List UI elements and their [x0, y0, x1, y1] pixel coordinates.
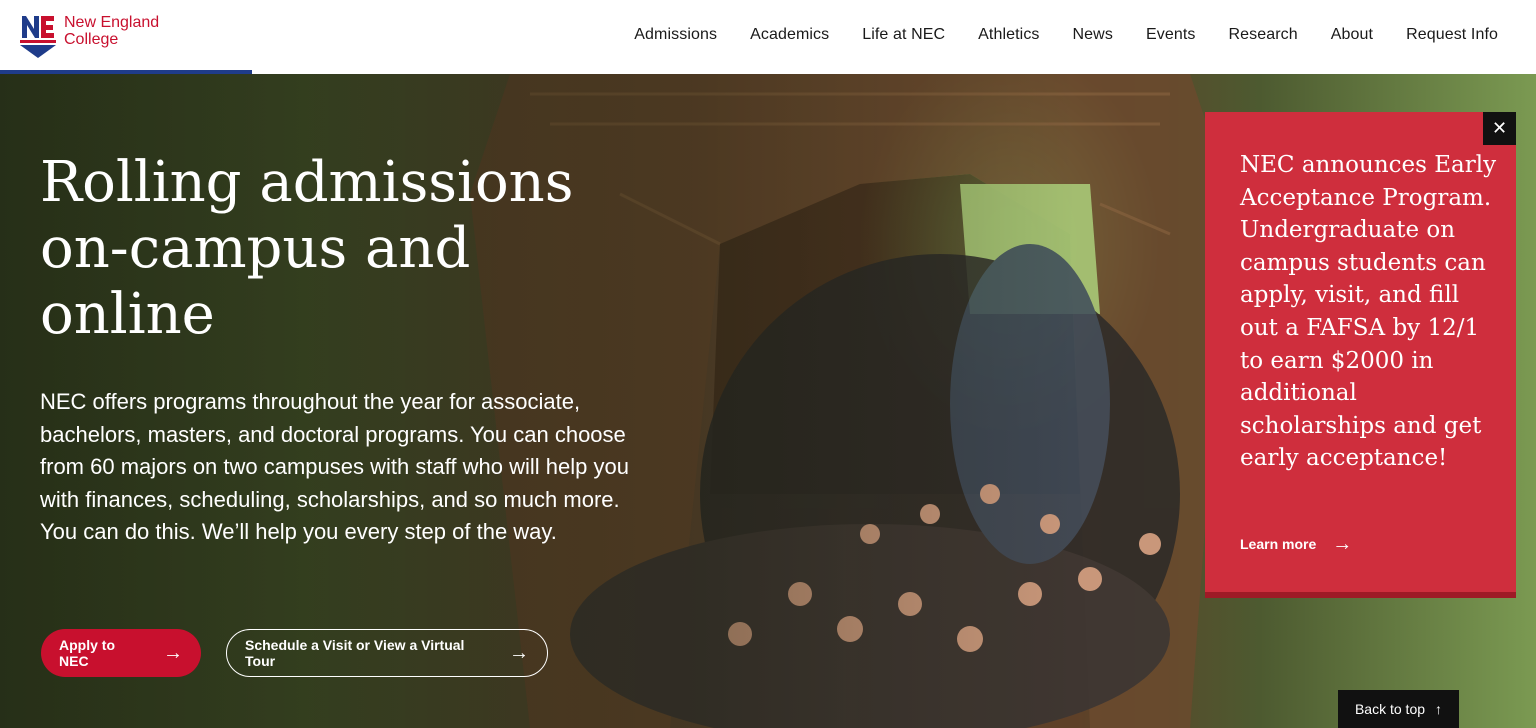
announcement-text: NEC announces Early Acceptance Program. … — [1240, 152, 1497, 472]
header-accent-bar — [0, 70, 252, 74]
hero-description: NEC offers programs throughout the year … — [40, 389, 629, 544]
back-to-top-button[interactable]: Back to top ↑ — [1338, 690, 1459, 728]
logo-line-2: College — [64, 31, 119, 48]
apply-button[interactable]: Apply to NEC → — [41, 629, 201, 677]
nav-admissions[interactable]: Admissions — [634, 26, 717, 44]
nav-news[interactable]: News — [1073, 26, 1113, 44]
main-nav: Admissions Academics Life at NEC Athleti… — [634, 26, 1498, 44]
learn-more-link[interactable]: Learn more → — [1240, 534, 1352, 554]
nav-request-info[interactable]: Request Info — [1406, 26, 1498, 44]
nav-athletics[interactable]: Athletics — [978, 26, 1039, 44]
nav-academics[interactable]: Academics — [750, 26, 829, 44]
apply-button-label: Apply to NEC — [59, 637, 115, 669]
arrow-right-icon: → — [163, 642, 183, 664]
schedule-visit-label: Schedule a Visit or View a Virtual Tour — [245, 637, 465, 669]
nav-about[interactable]: About — [1331, 26, 1373, 44]
announcement-panel: NEC announces Early Acceptance Program. … — [1205, 112, 1516, 598]
back-to-top-label: Back to top — [1354, 701, 1426, 717]
learn-more-label: Learn more — [1240, 536, 1317, 552]
hero-title: Rolling admissions on-campus and online — [40, 150, 574, 347]
logo-text: New England College — [64, 14, 159, 48]
schedule-visit-button[interactable]: Schedule a Visit or View a Virtual Tour … — [226, 629, 548, 677]
nav-research[interactable]: Research — [1228, 26, 1297, 44]
college-logo[interactable]: New England College — [20, 12, 159, 58]
logo-line-1: New England — [64, 14, 160, 31]
arrow-right-icon: → — [509, 642, 529, 664]
arrow-up-icon: ↑ — [1435, 701, 1443, 717]
logo-mark-icon — [20, 16, 56, 58]
close-icon[interactable]: ✕ — [1483, 112, 1516, 145]
nav-life-at-nec[interactable]: Life at NEC — [862, 26, 945, 44]
nav-events[interactable]: Events — [1146, 26, 1196, 44]
site-header: New England College Admissions Academics… — [0, 0, 1536, 74]
arrow-right-icon: → — [1332, 533, 1353, 555]
